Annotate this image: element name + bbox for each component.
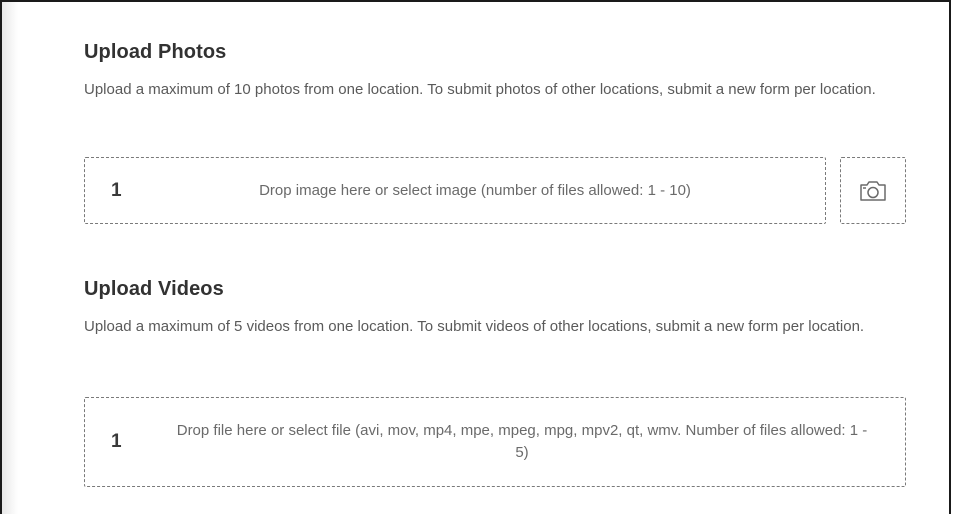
photos-section-title: Upload Photos <box>84 41 227 63</box>
videos-dropzone[interactable]: 1 Drop file here or select file (avi, mo… <box>84 397 906 487</box>
left-edge-shadow <box>2 2 18 514</box>
photos-dropzone-text: Drop image here or select image (number … <box>259 181 691 199</box>
photos-dropzone-count: 1 <box>111 179 122 201</box>
camera-icon <box>860 180 886 201</box>
photos-section-description: Upload a maximum of 10 photos from one l… <box>84 81 876 98</box>
videos-dropzone-text: Drop file here or select file (avi, mov,… <box>176 422 868 461</box>
photos-dropzone[interactable]: 1 Drop image here or select image (numbe… <box>84 157 826 224</box>
camera-button[interactable] <box>840 157 906 224</box>
videos-section-description: Upload a maximum of 5 videos from one lo… <box>84 318 865 335</box>
videos-dropzone-count: 1 <box>111 431 122 452</box>
videos-section-title: Upload Videos <box>84 278 224 300</box>
